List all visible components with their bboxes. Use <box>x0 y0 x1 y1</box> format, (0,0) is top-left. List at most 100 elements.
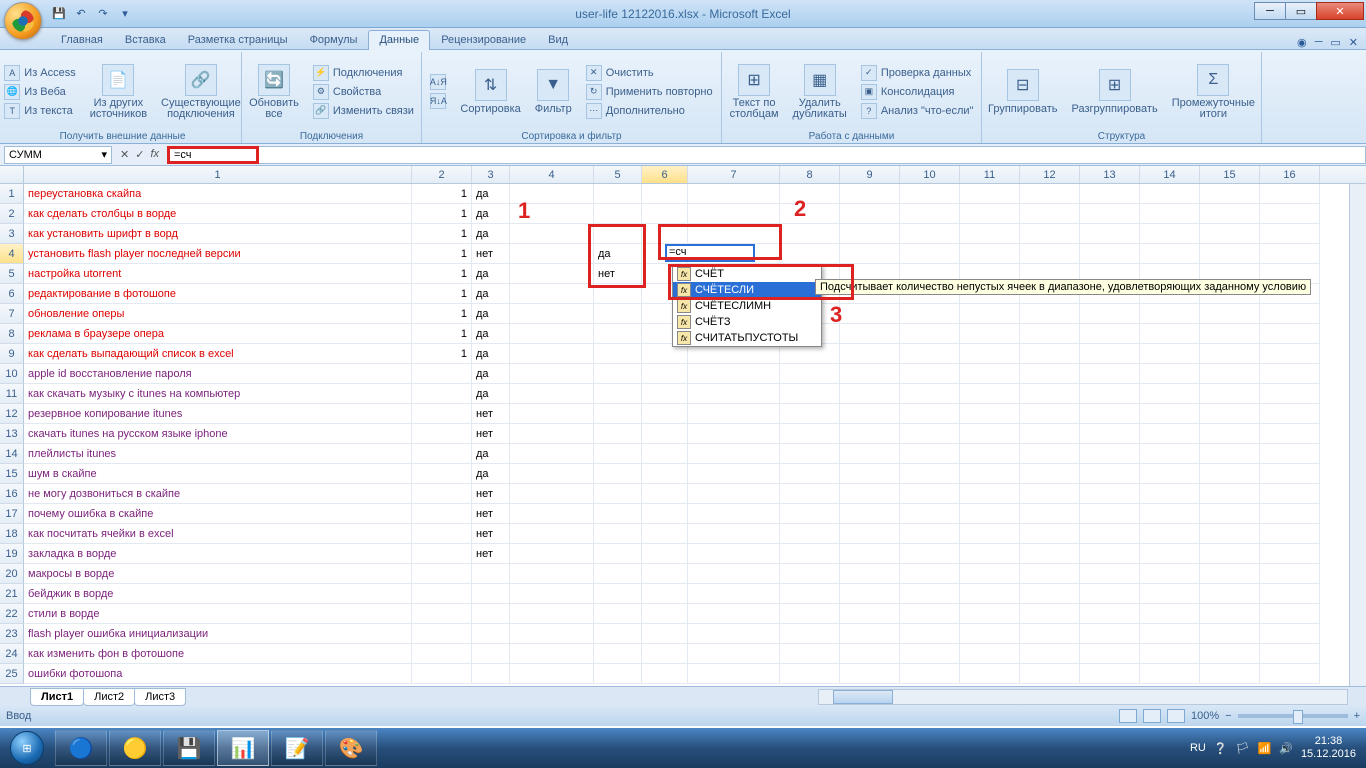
cell[interactable] <box>1260 644 1320 664</box>
cell[interactable]: да <box>472 304 510 324</box>
cell[interactable] <box>1080 244 1140 264</box>
cell[interactable] <box>840 564 900 584</box>
cell[interactable] <box>960 664 1020 684</box>
from-text-button[interactable]: TИз текста <box>0 102 79 120</box>
cell[interactable] <box>840 184 900 204</box>
row-header[interactable]: 21 <box>0 584 24 604</box>
cell[interactable] <box>594 304 642 324</box>
cell[interactable] <box>1260 184 1320 204</box>
cell[interactable] <box>840 404 900 424</box>
cell[interactable] <box>840 324 900 344</box>
consolidate-button[interactable]: ▣Консолидация <box>857 83 978 101</box>
cell[interactable] <box>960 644 1020 664</box>
cell[interactable] <box>900 224 960 244</box>
cell[interactable] <box>1200 444 1260 464</box>
cell[interactable] <box>1200 584 1260 604</box>
autocomplete-item[interactable]: fxСЧЁТЗ <box>673 314 821 330</box>
cell[interactable] <box>472 584 510 604</box>
cell[interactable] <box>840 504 900 524</box>
cell[interactable] <box>688 604 780 624</box>
cell[interactable] <box>1020 644 1080 664</box>
cell[interactable] <box>1200 604 1260 624</box>
cell[interactable]: apple id восстановление пароля <box>24 364 412 384</box>
cell[interactable] <box>510 584 594 604</box>
cell[interactable] <box>1020 624 1080 644</box>
formula-input-rest[interactable] <box>259 146 1366 164</box>
cell[interactable] <box>688 344 780 364</box>
cell[interactable] <box>594 624 642 644</box>
cell[interactable] <box>1080 224 1140 244</box>
cell[interactable] <box>1080 624 1140 644</box>
cell[interactable]: 1 <box>412 264 472 284</box>
cell[interactable] <box>1020 484 1080 504</box>
cell[interactable] <box>960 464 1020 484</box>
cell[interactable]: нет <box>472 484 510 504</box>
cell[interactable] <box>642 204 688 224</box>
cell[interactable] <box>688 404 780 424</box>
cell[interactable] <box>780 644 840 664</box>
cell[interactable] <box>1200 644 1260 664</box>
cell[interactable]: не могу дозвониться в скайпе <box>24 484 412 504</box>
cell[interactable] <box>780 624 840 644</box>
cell[interactable] <box>1200 224 1260 244</box>
column-header[interactable]: 11 <box>960 166 1020 183</box>
row-header[interactable]: 1 <box>0 184 24 204</box>
cell[interactable]: реклама в браузере опера <box>24 324 412 344</box>
cell[interactable]: да <box>472 264 510 284</box>
cell[interactable] <box>510 664 594 684</box>
text-to-columns-button[interactable]: ⊞Текст по столбцам <box>726 62 783 122</box>
column-header[interactable]: 3 <box>472 166 510 183</box>
cell[interactable] <box>1080 404 1140 424</box>
cell[interactable] <box>412 564 472 584</box>
cell[interactable] <box>780 444 840 464</box>
cell[interactable] <box>960 404 1020 424</box>
cell[interactable] <box>642 644 688 664</box>
cell[interactable] <box>1140 524 1200 544</box>
row-header[interactable]: 6 <box>0 284 24 304</box>
tray-network-icon[interactable]: 📶 <box>1258 742 1272 755</box>
cell[interactable] <box>1020 184 1080 204</box>
column-header[interactable]: 10 <box>900 166 960 183</box>
cell[interactable] <box>1080 644 1140 664</box>
taskbar-paint[interactable]: 🎨 <box>325 730 377 766</box>
name-box[interactable]: СУММ▾ <box>4 146 112 164</box>
tab-insert[interactable]: Вставка <box>114 30 177 50</box>
connections-button[interactable]: ⚡Подключения <box>309 64 418 82</box>
cell[interactable] <box>960 564 1020 584</box>
cell[interactable] <box>1140 584 1200 604</box>
cell[interactable] <box>1020 364 1080 384</box>
cell[interactable] <box>510 444 594 464</box>
tray-lang[interactable]: RU <box>1190 742 1206 754</box>
chevron-down-icon[interactable]: ▾ <box>101 148 107 161</box>
cell[interactable] <box>900 524 960 544</box>
cell[interactable] <box>1020 464 1080 484</box>
cell[interactable] <box>510 564 594 584</box>
cell[interactable] <box>1260 584 1320 604</box>
cell[interactable] <box>510 544 594 564</box>
filter-button[interactable]: ▼Фильтр <box>531 67 576 117</box>
cell[interactable] <box>960 384 1020 404</box>
row-header[interactable]: 12 <box>0 404 24 424</box>
cell[interactable]: да <box>472 464 510 484</box>
autocomplete-item[interactable]: fxСЧИТАТЬПУСТОТЫ <box>673 330 821 346</box>
refresh-all-button[interactable]: 🔄Обновить все <box>245 62 303 122</box>
cell[interactable] <box>510 344 594 364</box>
cell[interactable] <box>780 484 840 504</box>
cell[interactable] <box>1080 584 1140 604</box>
tab-review[interactable]: Рецензирование <box>430 30 537 50</box>
cell[interactable] <box>642 624 688 644</box>
cell[interactable]: 1 <box>412 204 472 224</box>
data-validation-button[interactable]: ✓Проверка данных <box>857 64 978 82</box>
inner-close-icon[interactable]: ✕ <box>1349 36 1358 49</box>
cell[interactable] <box>960 484 1020 504</box>
cell[interactable] <box>840 624 900 644</box>
cell[interactable] <box>688 424 780 444</box>
office-button[interactable] <box>4 2 42 40</box>
cell[interactable] <box>840 604 900 624</box>
cell[interactable] <box>1140 444 1200 464</box>
tab-layout[interactable]: Разметка страницы <box>177 30 299 50</box>
cell[interactable] <box>594 204 642 224</box>
cell[interactable] <box>594 664 642 684</box>
fx-icon[interactable]: fx <box>150 148 159 161</box>
cell[interactable] <box>780 504 840 524</box>
